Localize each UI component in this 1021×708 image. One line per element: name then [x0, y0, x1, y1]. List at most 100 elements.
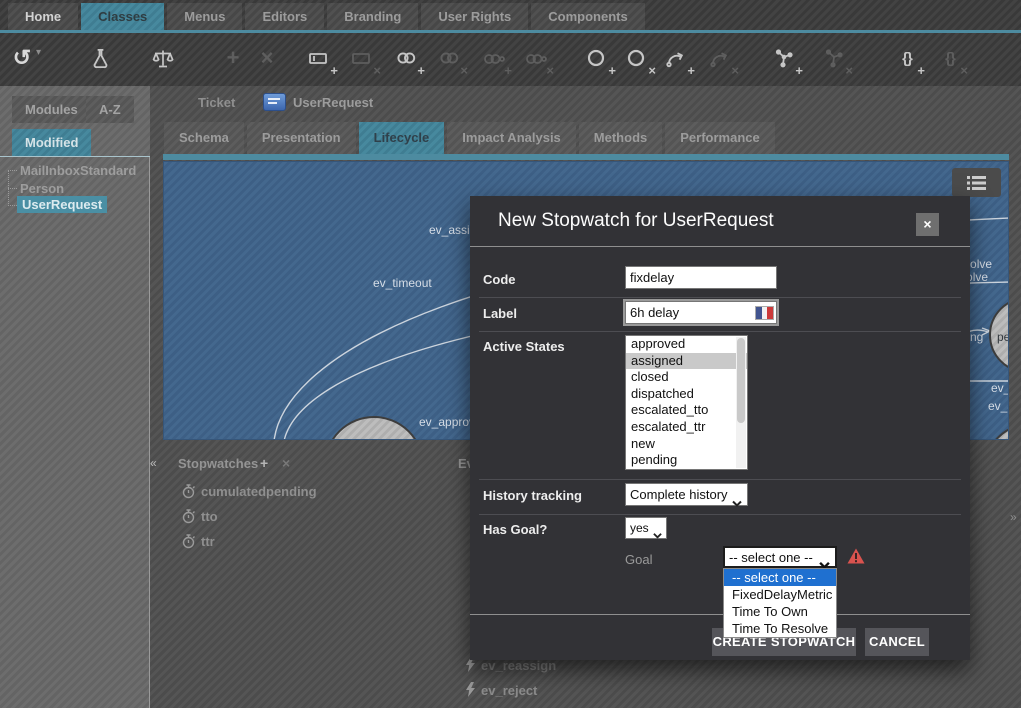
listbox-option-pending[interactable]: pending [626, 452, 747, 469]
listbox-option-escalated-ttr[interactable]: escalated_ttr [626, 419, 747, 436]
listbox-option-assigned[interactable]: assigned [626, 353, 747, 370]
goal-select[interactable]: -- select one -- [723, 546, 837, 568]
listbox-option-closed[interactable]: closed [626, 369, 747, 386]
add-field-icon[interactable] [306, 44, 334, 74]
stopwatch-item-tto[interactable]: tto [201, 509, 218, 524]
top-navigation: Home Classes Menus Editors Branding User… [0, 0, 1021, 30]
collapse-right-chevron-icon[interactable]: » [1010, 510, 1017, 524]
modal-header-divider [470, 246, 970, 247]
transition-label-ev-reopen[interactable]: ev_reopen [991, 381, 1009, 395]
sidebar-tab-modified[interactable]: Modified [12, 129, 91, 156]
delete-method-icon[interactable]: {} [936, 44, 964, 74]
delete-class-icon[interactable] [624, 44, 652, 74]
stopwatch-item-ttr[interactable]: ttr [201, 534, 215, 549]
tab-accent-bar [163, 154, 1009, 160]
tab-schema[interactable]: Schema [164, 122, 244, 154]
add-link-icon[interactable] [393, 44, 421, 74]
lightning-icon [465, 657, 476, 677]
event-item-ev-reject[interactable]: ev_reject [481, 683, 537, 698]
listbox-option-new[interactable]: new [626, 436, 747, 453]
goal-dropdown-list: -- select one -- FixedDelayMetric Time T… [723, 568, 837, 638]
tab-performance[interactable]: Performance [665, 122, 774, 154]
has-goal-value: yes [630, 521, 649, 535]
nav-tab-user-rights[interactable]: User Rights [421, 3, 528, 30]
nav-tab-editors[interactable]: Editors [245, 3, 324, 30]
collapse-left-chevron-icon[interactable]: « [150, 456, 157, 470]
scrollbar-thumb[interactable] [737, 338, 745, 423]
code-field-label: Code [483, 272, 516, 287]
delete-link-icon[interactable] [436, 44, 464, 74]
tab-presentation[interactable]: Presentation [247, 122, 356, 154]
nav-tab-home[interactable]: Home [8, 3, 78, 30]
listbox-option-dispatched[interactable]: dispatched [626, 386, 747, 403]
tree-item-mailinboxstandard[interactable]: MailInboxStandard [20, 163, 136, 178]
sidebar-tab-modules[interactable]: Modules [12, 96, 91, 123]
goal-option-time-to-own[interactable]: Time To Own [724, 603, 836, 620]
delete-external-key-icon[interactable] [522, 44, 550, 74]
tab-methods[interactable]: Methods [579, 122, 662, 154]
breadcrumb-current: UserRequest [293, 95, 373, 110]
french-flag-icon [755, 306, 774, 320]
tree-guide [8, 188, 17, 189]
class-tabs: Schema Presentation Lifecycle Impact Ana… [164, 122, 778, 154]
compare-scales-icon[interactable] [149, 44, 177, 74]
add-state-icon[interactable] [771, 44, 799, 74]
tree-item-userrequest[interactable]: UserRequest [17, 196, 107, 213]
row-divider [479, 514, 961, 515]
nav-tab-menus[interactable]: Menus [167, 3, 242, 30]
add-icon[interactable]: + [219, 44, 247, 74]
add-external-key-icon[interactable] [480, 44, 508, 74]
nav-tab-components[interactable]: Components [531, 3, 644, 30]
listbox-option-approved[interactable]: approved [626, 336, 747, 353]
add-method-icon[interactable]: {} [893, 44, 921, 74]
code-input[interactable] [625, 266, 777, 289]
cancel-button[interactable]: CANCEL [865, 628, 929, 656]
undo-icon[interactable]: ↺ [8, 44, 36, 74]
list-view-toggle-button[interactable] [952, 168, 1001, 197]
tab-impact-analysis[interactable]: Impact Analysis [447, 122, 576, 154]
state-label-pending: pending [997, 330, 1009, 344]
goal-option-select-one[interactable]: -- select one -- [724, 569, 836, 586]
delete-transition-icon[interactable] [707, 44, 735, 74]
add-stopwatch-icon[interactable]: + [260, 455, 268, 471]
goal-option-fixeddelaymetric[interactable]: FixedDelayMetric [724, 586, 836, 603]
test-flask-icon[interactable] [86, 44, 114, 74]
delete-stopwatch-icon[interactable]: × [282, 455, 290, 471]
transition-label-fragment: ng [970, 330, 983, 344]
stopwatches-panel-title: Stopwatches [178, 456, 258, 471]
goal-option-time-to-resolve[interactable]: Time To Resolve [724, 620, 836, 637]
close-icon[interactable]: × [916, 213, 939, 236]
modal-footer-divider [470, 614, 970, 615]
event-item-ev-reassign[interactable]: ev_reassign [481, 658, 556, 673]
history-tracking-select[interactable]: Complete history [625, 483, 748, 506]
userrequest-class-icon [263, 93, 286, 111]
new-stopwatch-modal: New Stopwatch for UserRequest × Code Lab… [470, 196, 970, 660]
transition-label-ev-autoresolve[interactable]: ev_autoresolve [988, 399, 1009, 413]
add-transition-icon[interactable] [663, 44, 691, 74]
active-states-listbox[interactable]: approved assigned closed dispatched esca… [625, 335, 748, 470]
delete-state-icon[interactable] [821, 44, 849, 74]
undo-menu-caret-icon[interactable]: ▾ [36, 47, 41, 58]
active-states-label: Active States [483, 339, 565, 354]
chevron-down-icon [653, 525, 662, 546]
add-class-icon[interactable] [584, 44, 612, 74]
listbox-scrollbar[interactable] [736, 337, 746, 468]
tree-item-person[interactable]: Person [20, 181, 64, 196]
stopwatch-item-cumulatedpending[interactable]: cumulatedpending [201, 484, 317, 499]
row-divider [479, 297, 961, 298]
has-goal-select[interactable]: yes [625, 517, 667, 539]
row-divider [479, 331, 961, 332]
lightning-icon [465, 682, 476, 702]
delete-field-icon[interactable] [349, 44, 377, 74]
listbox-option-escalated-tto[interactable]: escalated_tto [626, 402, 747, 419]
toolbar: ↺ ▾ + × [0, 33, 1021, 86]
nav-tab-classes[interactable]: Classes [81, 3, 164, 30]
stopwatch-icon [182, 534, 195, 554]
tab-lifecycle[interactable]: Lifecycle [359, 122, 445, 154]
breadcrumb-parent[interactable]: Ticket [198, 95, 235, 110]
goal-value: -- select one -- [729, 550, 813, 565]
transition-label-ev-timeout[interactable]: ev_timeout [373, 276, 432, 290]
delete-icon[interactable]: × [253, 44, 281, 74]
nav-tab-branding[interactable]: Branding [327, 3, 418, 30]
sidebar-tab-az[interactable]: A-Z [86, 96, 134, 123]
